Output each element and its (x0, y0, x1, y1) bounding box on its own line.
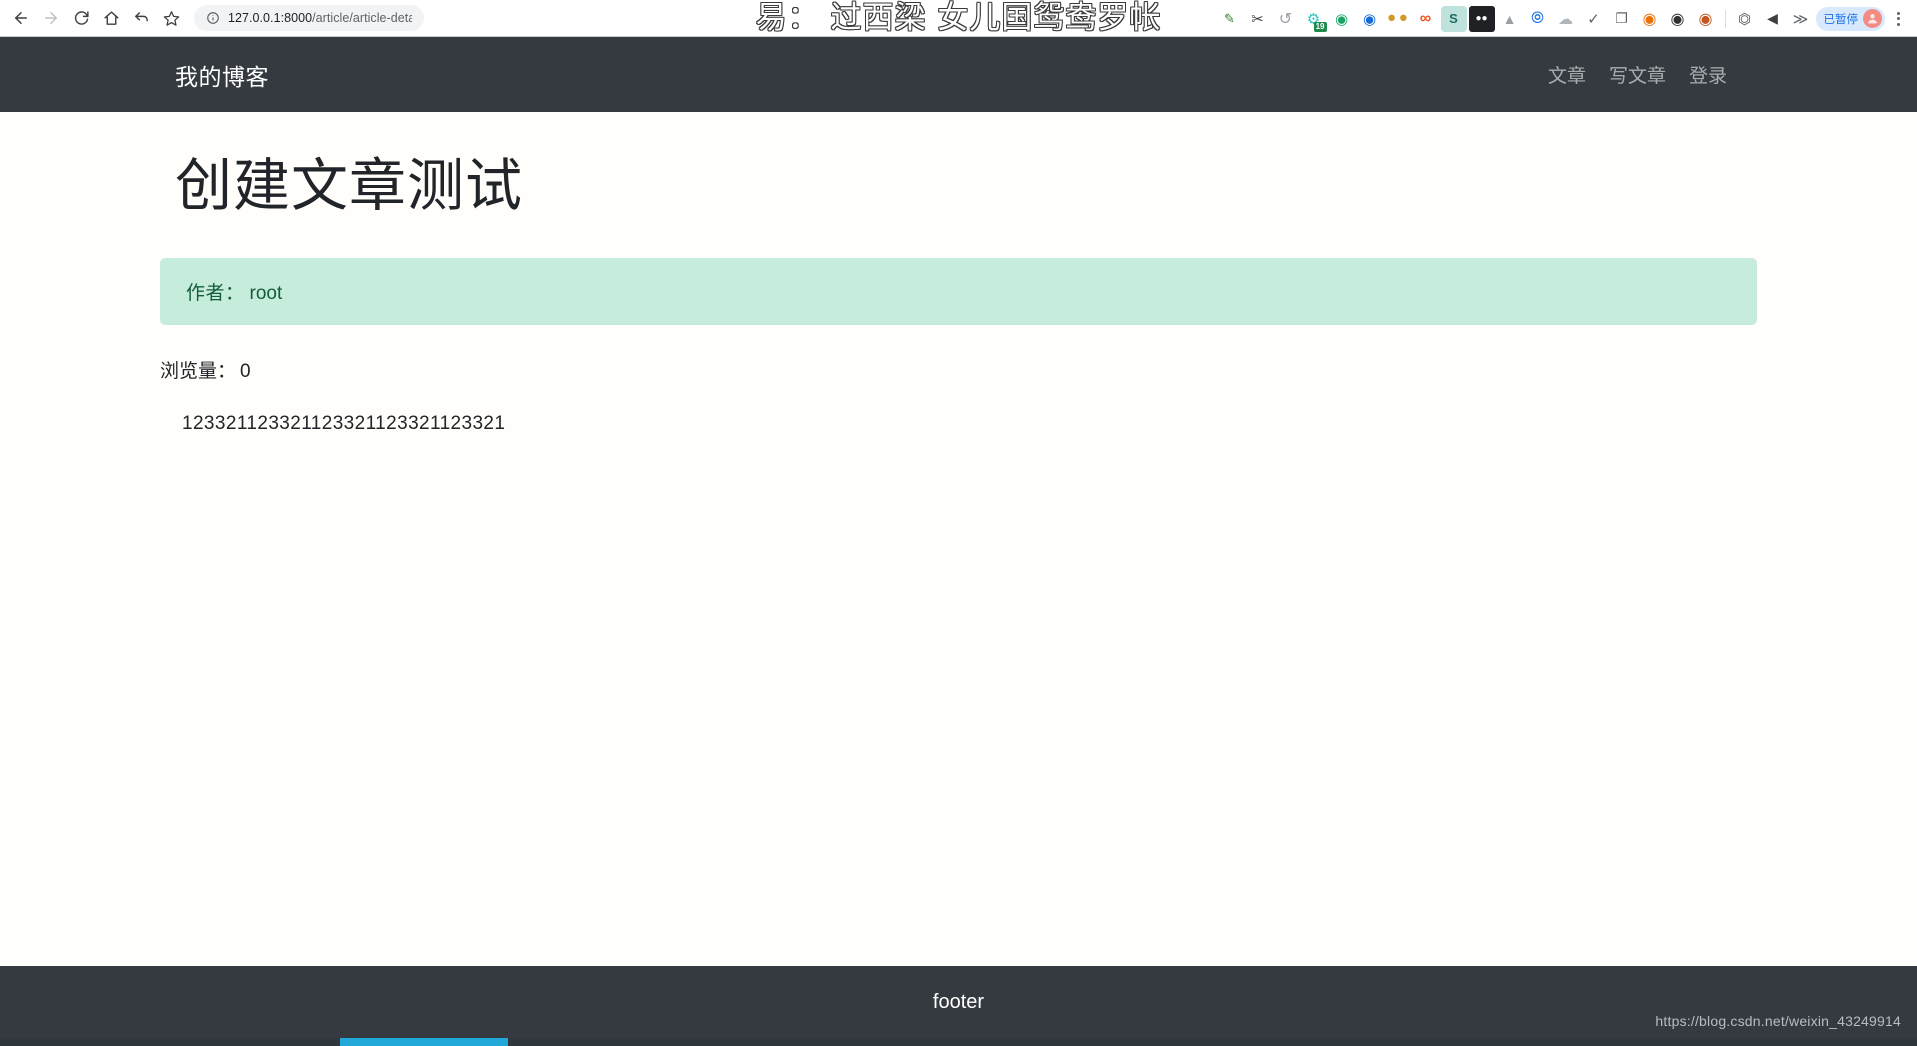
sync-paused-pill[interactable]: 已暂停 (1815, 6, 1885, 31)
infinity-icon[interactable]: ∞ (1413, 6, 1439, 32)
site-brand[interactable]: 我的博客 (175, 58, 269, 92)
cloud-download-icon[interactable]: ☁ (1553, 6, 1579, 32)
glasses-icon[interactable]: ⚫⚫ (1385, 6, 1411, 32)
cloud-gear-icon[interactable]: ⚙ 19 (1301, 6, 1327, 32)
user-avatar-icon[interactable] (1863, 9, 1882, 28)
undo-icon[interactable] (126, 3, 156, 33)
watermark-url: https://blog.csdn.net/weixin_43249914 (1655, 1013, 1901, 1029)
forward-arrow-icon[interactable] (36, 3, 66, 33)
star-icon[interactable] (156, 3, 186, 33)
horizontal-scrollbar-thumb[interactable] (340, 1038, 508, 1046)
author-value: root (249, 282, 283, 304)
author-alert: 作者： root (160, 257, 1757, 325)
blue-circle-icon[interactable]: ◉ (1357, 6, 1383, 32)
footer-text: footer (932, 990, 985, 1013)
horizontal-scrollbar[interactable] (0, 1038, 1917, 1046)
kebab-menu-icon[interactable] (1887, 6, 1909, 32)
face-avatar-icon[interactable]: ◉ (1665, 6, 1691, 32)
site-navbar: 我的博客 文章 写文章 登录 (0, 37, 1917, 112)
extension-badge-count: 19 (1313, 21, 1327, 32)
nav-link-write-article[interactable]: 写文章 (1609, 61, 1666, 88)
view-count-value: 0 (240, 360, 251, 382)
page-viewport: 我的博客 文章 写文章 登录 创建文章测试 作者： root 浏览量： 0 1233… (0, 37, 1917, 1046)
windows-stack-icon[interactable]: ❐ (1609, 6, 1635, 32)
speaker-icon[interactable]: ◀ (1760, 6, 1786, 32)
article-container: 创建文章测试 作者： root 浏览量： 0 1233211233211233211… (0, 154, 1917, 435)
home-icon[interactable] (96, 3, 126, 33)
letter-s-icon[interactable]: S (1440, 5, 1467, 32)
site-nav-links: 文章 写文章 登录 (1548, 61, 1727, 88)
toolbar-divider (1724, 9, 1726, 28)
view-count: 浏览量： 0 (160, 356, 1757, 383)
author-label: 作者： (186, 282, 245, 304)
chevron-double-down-icon[interactable]: ≫ (1788, 6, 1814, 32)
view-count-label: 浏览量： (160, 360, 237, 382)
screenshot-markup-icon[interactable]: ✎ (1217, 6, 1243, 32)
reload-icon[interactable] (66, 3, 96, 33)
history-undo-icon[interactable]: ↺ (1273, 6, 1299, 32)
article-body-text: 123321123321123321123321123321 (182, 412, 506, 434)
address-bar[interactable]: 127.0.0.1:8000/article/article-detail/8/ (194, 5, 424, 31)
nav-link-login[interactable]: 登录 (1689, 61, 1727, 88)
dark-panel-icon[interactable]: ●● (1468, 5, 1495, 32)
url-host: 127.0.0.1:8000 (228, 11, 313, 25)
firefox-avatar-icon[interactable]: ◉ (1637, 6, 1663, 32)
crop-icon[interactable]: ⏣ (1732, 6, 1758, 32)
gray-mountain-icon[interactable]: ▲ (1497, 6, 1523, 32)
monkey-avatar-icon[interactable]: ◉ (1693, 6, 1719, 32)
browser-nav-buttons (0, 3, 186, 33)
url-path: /article/article-detail/8/ (312, 11, 412, 25)
info-circle-icon[interactable] (206, 11, 220, 25)
nav-link-articles[interactable]: 文章 (1548, 61, 1586, 88)
blue-globe-icon[interactable]: ⦾ (1525, 6, 1551, 32)
scissors-icon[interactable]: ✂ (1245, 6, 1271, 32)
green-dot-icon[interactable]: ◉ (1329, 6, 1355, 32)
page-title: 创建文章测试 (175, 154, 523, 218)
omnibox-container: 127.0.0.1:8000/article/article-detail/8/ (194, 5, 1094, 31)
sync-paused-label: 已暂停 (1823, 13, 1859, 26)
extension-toolbar: ✎ ✂ ↺ ⚙ 19 ◉ ◉ ⚫⚫ ∞ S ●● ▲ ⦾ ☁ ✓ ❐ ◉ ◉ ◉ … (1217, 0, 1910, 37)
back-arrow-icon[interactable] (6, 3, 36, 33)
checkmark-icon[interactable]: ✓ (1581, 6, 1607, 32)
browser-toolbar: 127.0.0.1:8000/article/article-detail/8/… (0, 0, 1917, 37)
site-footer: footer https://blog.csdn.net/weixin_4324… (0, 966, 1917, 1038)
url-text: 127.0.0.1:8000/article/article-detail/8/ (228, 11, 412, 25)
